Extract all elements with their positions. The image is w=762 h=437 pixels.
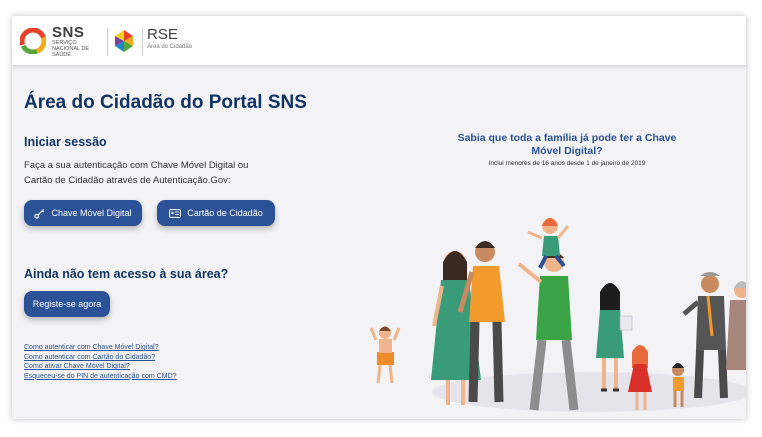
rse-title: RSE xyxy=(147,26,178,43)
family-illustration xyxy=(369,218,746,412)
cc-login-label: Cartão de Cidadão xyxy=(187,208,263,218)
cc-login-button[interactable]: Cartão de Cidadão xyxy=(157,200,275,226)
rse-brand: RSE Área do Cidadão xyxy=(147,27,192,51)
header-bar: SNS SERVIÇO NACIONAL DE SAÚDE RSE Área d… xyxy=(12,16,746,65)
page-title: Área do Cidadão do Portal SNS xyxy=(24,92,307,113)
browser-viewport: SNS SERVIÇO NACIONAL DE SAÚDE RSE Área d… xyxy=(12,16,746,419)
login-intro-text: Faça a sua autenticação com Chave Móvel … xyxy=(24,160,249,186)
help-link-forgot-pin[interactable]: Esqueceu-se do PIN de autenticação com C… xyxy=(24,372,177,382)
register-label: Registe-se agora xyxy=(32,299,102,309)
register-section-title: Ainda não tem acesso à sua área? xyxy=(24,267,229,281)
help-links: Como autenticar com Chave Móvel Digital?… xyxy=(24,343,177,381)
register-button[interactable]: Registe-se agora xyxy=(24,291,110,317)
header-divider xyxy=(142,28,143,56)
rse-logo-icon xyxy=(115,30,133,52)
sns-title: SNS xyxy=(52,24,85,41)
sns-brand: SNS SERVIÇO NACIONAL DE SAÚDE xyxy=(52,25,102,58)
key-icon xyxy=(34,208,45,219)
promo-title: Sabia que toda a família já pode ter a C… xyxy=(457,132,677,157)
cmd-login-label: Chave Móvel Digital xyxy=(51,208,132,218)
id-card-icon xyxy=(169,208,182,218)
sns-logo-icon[interactable] xyxy=(20,28,46,54)
help-link-activate-cmd[interactable]: Como ativar Chave Móvel Digital? xyxy=(24,362,177,372)
header-divider xyxy=(107,28,108,56)
cmd-login-button[interactable]: Chave Móvel Digital xyxy=(24,200,142,226)
promo-subtitle: Inclui menores de 16 anos desde 1 de jan… xyxy=(488,160,646,167)
help-link-cmd-auth[interactable]: Como autenticar com Chave Móvel Digital? xyxy=(24,343,177,353)
rse-subtitle: Área do Cidadão xyxy=(147,44,193,50)
help-link-cc-auth[interactable]: Como autenticar com Cartão do Cidadão? xyxy=(24,353,177,363)
login-section-title: Iniciar sessão xyxy=(24,135,107,149)
sns-subtitle: SERVIÇO NACIONAL DE SAÚDE xyxy=(52,40,90,58)
